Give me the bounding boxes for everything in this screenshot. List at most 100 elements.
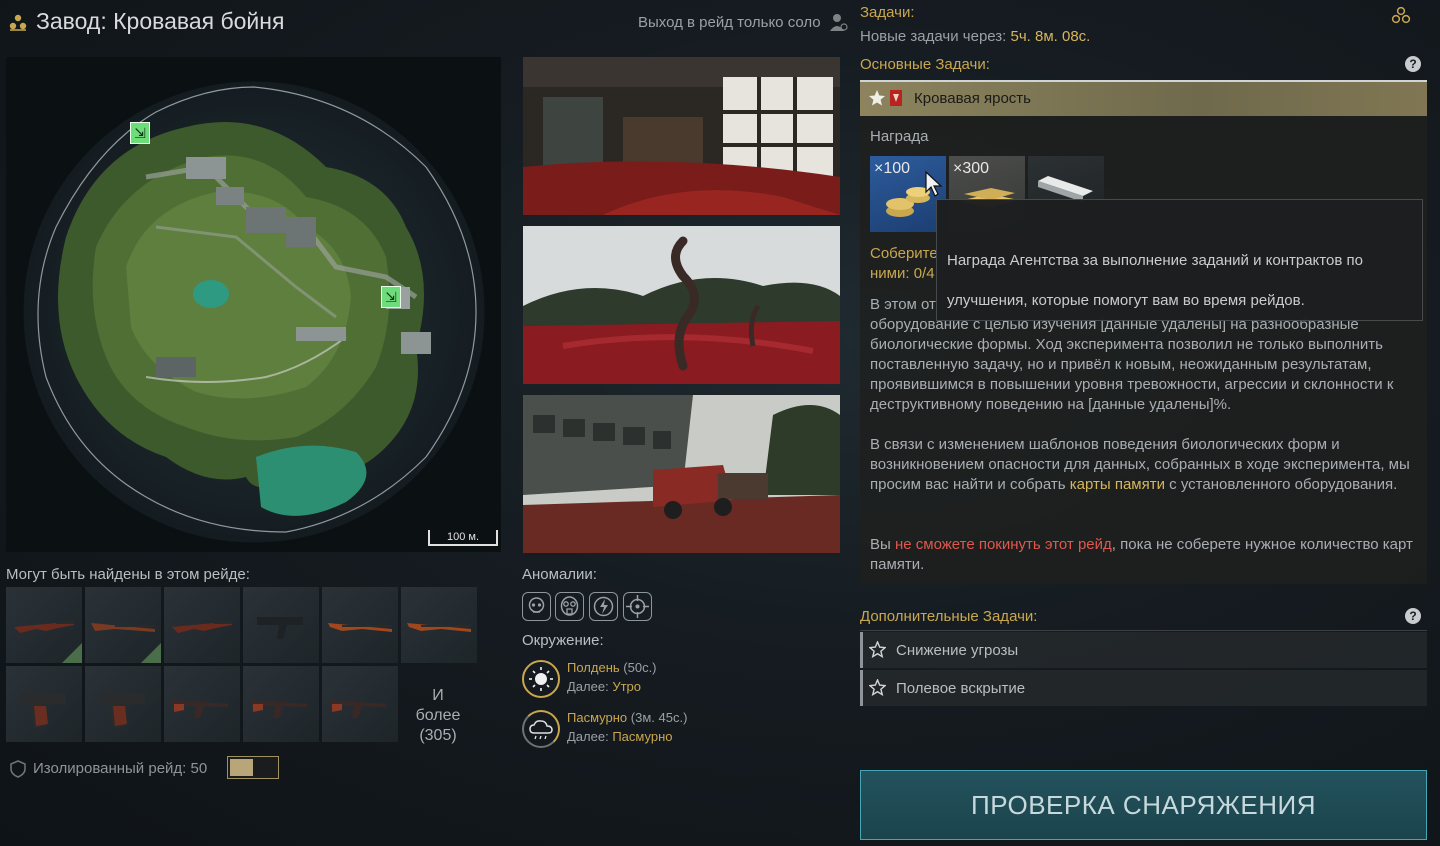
time-of-day-name: Полдень [567,660,620,675]
desc-line: биологические формы. Ход эксперимента по… [870,336,1383,353]
solo-player-icon[interactable] [828,12,848,32]
found-marker [141,643,161,663]
more-items-label[interactable]: И более (305) [408,686,468,746]
objective-suffix: ними: 0/4 [870,265,935,282]
location-screenshot[interactable] [523,57,840,215]
loot-item[interactable] [164,666,240,742]
loot-item[interactable] [243,587,319,663]
main-tasks-header: Основные Задачи: [860,56,1427,82]
tooltip-line: Награда Агентства за выполнение заданий … [947,252,1363,269]
assault-rifle-icon [172,700,228,718]
isolated-raid-label: Изолированный рейд: 50 [33,760,208,777]
assault-rifle-icon [330,700,386,718]
reward-qty: ×300 [953,160,990,177]
skull-icon[interactable] [522,592,551,621]
cannot-leave-highlight: не сможете покинуть этот рейд [894,536,1112,553]
help-icon[interactable]: ? [1405,56,1421,72]
location-screenshot[interactable] [523,226,840,384]
location-screenshot[interactable] [523,395,840,553]
new-tasks-timer: Новые задачи через: 5ч. 8м. 08с. [860,28,1427,45]
faction-logo-icon [9,14,27,31]
cloud-rain-icon [522,710,560,748]
pistol-icon [20,694,66,728]
weather-next: Далее: Пасмурно [567,729,672,744]
loot-item[interactable] [164,587,240,663]
reward-label: Награда [870,128,929,145]
sniper-rifle-icon [328,623,392,632]
quest-description-2: В связи с изменением шаблонов поведения … [870,435,1420,495]
star-outline-icon [869,679,886,696]
gear-check-button[interactable]: ПРОВЕРКА СНАРЯЖЕНИЯ [860,770,1427,840]
quest-warning: Вы не сможете покинуть этот рейд, пока н… [870,535,1420,575]
found-marker [62,643,82,663]
memory-cards-highlight: карты памяти [1069,476,1165,493]
anomalies-title: Аномалии: [522,566,597,583]
isolated-raid-progress-fill [230,759,253,776]
exit-marker[interactable]: ⇲ [130,122,150,144]
loot-item[interactable] [6,587,82,663]
raid-map[interactable]: ⇲ ⇲ [6,57,501,552]
lightning-icon[interactable] [589,592,618,621]
map-scale-label: 100 м. [428,530,498,546]
loot-item[interactable] [401,587,477,663]
time-of-day-timer: (50с.) [623,660,657,675]
gas-mask-icon[interactable] [555,592,584,621]
extra-tasks-header: Дополнительные Задачи: [860,608,1427,631]
help-icon[interactable]: ? [1405,608,1421,624]
map-terrain [6,57,501,552]
next-label: Далее: [567,729,609,744]
smg-icon [257,617,303,639]
new-tasks-label: Новые задачи через: [860,28,1007,45]
reward-qty: ×100 [874,160,911,177]
blood-quest-icon [890,90,902,106]
assault-rifle-icon [251,700,307,718]
shield-icon [10,760,26,778]
extra-task-label: Снижение угрозы [896,642,1019,659]
time-of-day-label: Полдень (50с.) [567,660,657,675]
desc-text: Вы [870,536,895,553]
weather-name: Пасмурно [567,710,628,725]
next-value: Пасмурно [612,729,673,744]
weather-timer: (3м. 45с.) [630,710,688,725]
main-tasks-title: Основные Задачи: [860,56,990,73]
isolated-raid-progress [227,756,279,779]
loot-item[interactable] [243,666,319,742]
desc-text: с установленного оборудования. [1164,476,1398,493]
pistol-icon [99,694,145,728]
screenshot-abandoned-truck [523,395,840,553]
loot-item[interactable] [85,587,161,663]
desc-line: проявившимся в повышении уровня тревожно… [870,376,1394,393]
more-items-text: И более [415,687,461,724]
star-outline-icon [869,641,886,658]
loot-item[interactable] [322,587,398,663]
next-value: Утро [612,679,642,694]
mouse-cursor-icon [925,170,943,197]
loot-section-title: Могут быть найдены в этом рейде: [6,566,250,583]
loot-item[interactable] [85,666,161,742]
sun-icon [522,660,560,698]
new-tasks-time: 5ч. 8м. 08с. [1010,28,1091,45]
extra-task-label: Полевое вскрытие [896,680,1026,697]
weather-label: Пасмурно (3м. 45с.) [567,710,687,725]
rifle-icon [172,621,232,633]
next-label: Далее: [567,679,609,694]
exit-marker[interactable]: ⇲ [381,286,401,308]
solo-raid-label: Выход в рейд только соло [638,14,821,31]
time-of-day-next: Далее: Утро [567,679,641,694]
extra-tasks-title: Дополнительные Задачи: [860,608,1038,625]
tooltip-line: улучшения, которые помогут вам во время … [947,292,1305,309]
loot-item[interactable] [6,666,82,742]
objective-text: Соберите ними: 0/4 [870,244,940,284]
desc-line: деструктивному поведению на [данные удал… [870,396,1232,413]
desc-line: В этом от [870,296,936,313]
target-icon[interactable] [623,592,652,621]
location-title: Завод: Кровавая бойня [36,8,285,34]
loot-item[interactable] [322,666,398,742]
desc-line: поставленную задачу, но и привёл к новым… [870,356,1372,373]
star-icon [869,90,885,106]
tasks-title: Задачи: [860,4,915,21]
screenshot-factory-interior [523,57,840,215]
main-quest-title: Кровавая ярость [914,90,1031,107]
more-items-count: (305) [419,727,457,744]
environment-title: Окружение: [522,632,604,649]
